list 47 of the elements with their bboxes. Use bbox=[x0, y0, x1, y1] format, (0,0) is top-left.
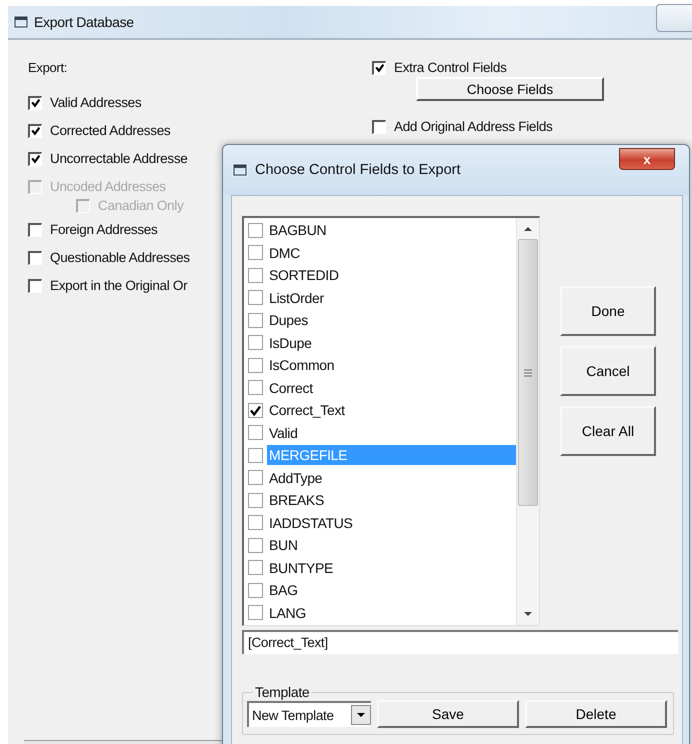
field-item[interactable]: Dupes bbox=[244, 309, 516, 332]
field-item[interactable]: BUNTYPE bbox=[244, 556, 516, 579]
field-item[interactable]: BAG bbox=[244, 579, 516, 602]
dialog-button[interactable]: Done bbox=[560, 286, 656, 336]
option-checkbox[interactable]: Corrected Addresses bbox=[28, 123, 372, 138]
dialog-title: Choose Control Fields to Export bbox=[255, 162, 461, 178]
close-button[interactable] bbox=[656, 4, 692, 32]
window-icon bbox=[14, 16, 28, 28]
field-item[interactable]: Valid bbox=[244, 422, 516, 444]
window-icon bbox=[233, 164, 247, 176]
template-button[interactable]: Delete bbox=[525, 700, 667, 728]
extra-fields-checkbox[interactable]: Extra Control Fields bbox=[372, 60, 604, 75]
field-item[interactable]: DMC bbox=[244, 242, 516, 264]
field-item[interactable]: ListOrder bbox=[244, 286, 516, 309]
field-item[interactable]: IsDupe bbox=[244, 332, 516, 354]
field-item[interactable]: BREAKS bbox=[244, 489, 516, 512]
dialog-button[interactable]: Cancel bbox=[560, 346, 656, 396]
check-icon bbox=[30, 154, 41, 164]
dialog-button[interactable]: Clear All bbox=[560, 406, 656, 456]
scrollbar[interactable] bbox=[516, 218, 539, 625]
field-item[interactable]: LANG bbox=[244, 602, 516, 624]
field-item[interactable]: SORTEDID bbox=[244, 264, 516, 286]
field-item[interactable]: AddType bbox=[244, 466, 516, 489]
option-checkbox[interactable]: Valid Addresses bbox=[28, 95, 372, 110]
original-fields-checkbox[interactable]: Add Original Address Fields bbox=[372, 119, 604, 134]
check-icon bbox=[374, 62, 385, 74]
field-item[interactable]: Correct_Text bbox=[244, 399, 516, 422]
check-icon bbox=[30, 126, 41, 136]
field-item[interactable]: IADDSTATUS bbox=[244, 512, 516, 534]
field-item[interactable]: Correct bbox=[244, 376, 516, 399]
up-arrow-icon[interactable] bbox=[524, 226, 532, 231]
window-title: Export Database bbox=[34, 14, 134, 30]
field-item[interactable]: BUN bbox=[244, 534, 516, 556]
template-legend: Template bbox=[253, 684, 312, 700]
export-label: Export: bbox=[28, 60, 68, 75]
selected-fields-field[interactable]: [Correct_Text] bbox=[242, 630, 678, 654]
check-icon bbox=[30, 98, 41, 108]
template-dropdown[interactable]: New Template bbox=[247, 701, 371, 727]
template-button[interactable]: Save bbox=[377, 700, 519, 728]
field-item[interactable]: IsCommon bbox=[244, 354, 516, 376]
check-icon bbox=[249, 404, 262, 417]
grip-icon bbox=[524, 368, 532, 376]
down-arrow-icon[interactable] bbox=[524, 612, 532, 617]
field-item[interactable]: BAGBUN bbox=[244, 219, 516, 242]
caret-icon[interactable] bbox=[357, 712, 365, 718]
close-button[interactable]: x bbox=[619, 148, 675, 170]
choose-fields-button[interactable]: Choose Fields bbox=[416, 77, 604, 101]
